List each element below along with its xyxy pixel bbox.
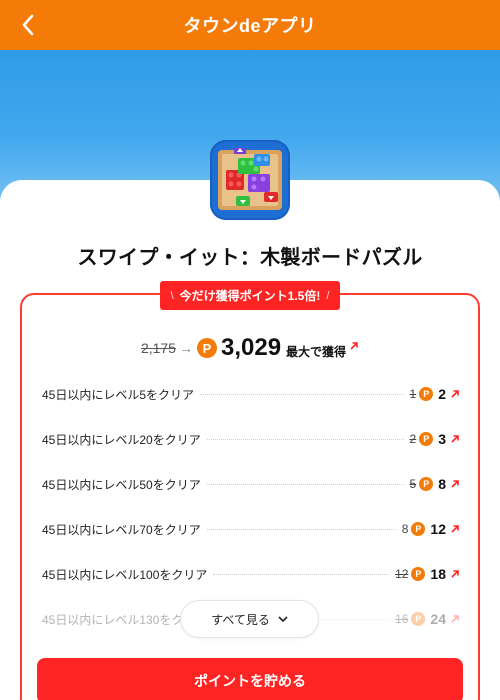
task-old-points: 12 xyxy=(395,567,409,581)
arrow-up-right-icon xyxy=(451,390,459,398)
task-label: 45日以内にレベル130をク xyxy=(42,612,184,627)
dotted-leader xyxy=(213,573,390,575)
point-coin-icon: P xyxy=(411,612,426,626)
earn-points-button[interactable]: ポイントを貯める xyxy=(37,658,463,700)
point-coin-icon: P xyxy=(411,567,426,581)
task-new-points: 18 xyxy=(430,566,446,582)
total-points: 2,175 → P 3,029 最大で獲得 xyxy=(0,334,500,362)
arrow-up-right-icon xyxy=(451,615,459,623)
header-title: タウンdeアプリ xyxy=(183,16,317,36)
task-row: 45日以内にレベル100をクリア 12 P 18 xyxy=(42,564,460,584)
task-row: 45日以内にレベル70をクリア 8 P 12 xyxy=(42,519,460,539)
task-label: 45日以内にレベル100をクリア xyxy=(42,567,208,582)
app-title: スワイプ・イット：木製ボードパズル xyxy=(77,247,423,269)
task-label: 45日以内にレベル70をクリア xyxy=(42,522,201,537)
arrow-up-right-icon xyxy=(451,525,459,533)
app-header: タウンdeアプリ xyxy=(0,0,500,50)
point-coin-icon: P xyxy=(411,522,426,536)
arrow-up-right-icon xyxy=(350,342,358,350)
chevron-down-icon xyxy=(278,615,288,622)
task-label: 45日以内にレベル5をクリア xyxy=(42,387,195,402)
point-coin-icon: P xyxy=(419,432,434,446)
task-old-points: 5 xyxy=(409,477,417,491)
see-all-label: すべて見る xyxy=(211,612,270,627)
promo-text: 今だけ獲得ポイント1.5倍! xyxy=(179,289,321,303)
chevron-left-icon xyxy=(22,14,34,36)
total-new-points: 3,029 xyxy=(220,334,282,361)
task-new-points: 12 xyxy=(430,521,446,537)
task-new-points: 2 xyxy=(438,386,446,402)
task-row: 45日以内にレベル50をクリア 5 P 8 xyxy=(42,474,460,494)
total-max-label: 最大で獲得 xyxy=(286,344,347,359)
task-row: 45日以内にレベル20をクリア 2 P 3 xyxy=(42,429,460,449)
block-puzzle-app-icon xyxy=(210,140,290,220)
arrow-up-right-icon xyxy=(451,480,459,488)
task-old-points: 8 xyxy=(401,522,409,536)
promo-slash-right: / xyxy=(326,289,330,302)
task-label: 45日以内にレベル20をクリア xyxy=(42,432,201,447)
promo-badge: \ 今だけ獲得ポイント1.5倍! / xyxy=(160,281,340,310)
task-label: 45日以内にレベル50をクリア xyxy=(42,477,201,492)
promo-slash-left: \ xyxy=(170,289,174,302)
task-old-points: 2 xyxy=(409,432,417,446)
task-new-points: 24 xyxy=(430,611,446,627)
dotted-leader xyxy=(206,438,404,440)
dotted-leader xyxy=(206,528,396,530)
dotted-leader xyxy=(200,393,404,395)
see-all-button[interactable]: すべて見る xyxy=(180,600,319,638)
task-row: 45日以内にレベル5をクリア 1 P 2 xyxy=(42,384,460,404)
arrow-up-right-icon xyxy=(451,570,459,578)
point-coin-icon: P xyxy=(419,387,434,401)
point-coin-icon: P xyxy=(196,338,217,358)
earn-points-label: ポイントを貯める xyxy=(194,673,306,689)
task-new-points: 3 xyxy=(438,431,446,447)
arrow-right-icon: → xyxy=(178,340,193,356)
total-old-points: 2,175 xyxy=(140,340,176,356)
dotted-leader xyxy=(206,483,404,485)
task-old-points: 16 xyxy=(395,612,409,626)
task-old-points: 1 xyxy=(409,387,417,401)
arrow-up-right-icon xyxy=(451,435,459,443)
back-button[interactable] xyxy=(14,11,42,39)
task-new-points: 8 xyxy=(438,476,446,492)
point-coin-icon: P xyxy=(419,477,434,491)
